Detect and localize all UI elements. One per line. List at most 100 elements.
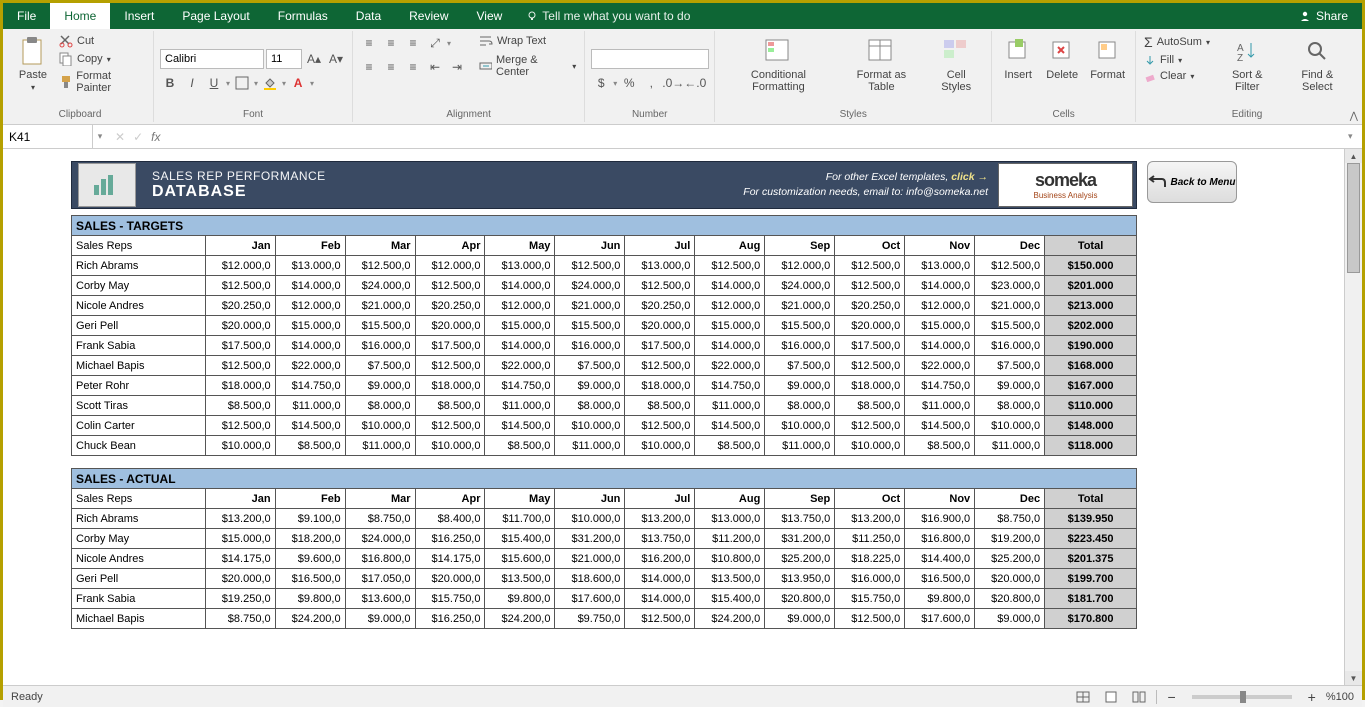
value-cell[interactable]: $14.175,0 (415, 549, 485, 569)
rep-name-cell[interactable]: Corby May (72, 529, 206, 549)
total-cell[interactable]: $202.000 (1045, 316, 1137, 336)
insert-cells-button[interactable]: Insert (998, 33, 1038, 83)
value-cell[interactable]: $12.000,0 (765, 256, 835, 276)
value-cell[interactable]: $13.600,0 (345, 589, 415, 609)
value-cell[interactable]: $8.750,0 (345, 509, 415, 529)
value-cell[interactable]: $16.000,0 (835, 569, 905, 589)
value-cell[interactable]: $15.000,0 (275, 316, 345, 336)
zoom-in-button[interactable]: + (1304, 689, 1320, 705)
value-cell[interactable]: $9.000,0 (345, 376, 415, 396)
value-cell[interactable]: $13.750,0 (625, 529, 695, 549)
value-cell[interactable]: $11.000,0 (485, 396, 555, 416)
value-cell[interactable]: $24.200,0 (695, 609, 765, 629)
page-break-view-button[interactable] (1128, 688, 1150, 706)
value-cell[interactable]: $24.200,0 (485, 609, 555, 629)
tab-data[interactable]: Data (342, 3, 395, 29)
value-cell[interactable]: $8.750,0 (205, 609, 275, 629)
value-cell[interactable]: $11.000,0 (275, 396, 345, 416)
font-color-button[interactable]: A (288, 73, 308, 93)
table-row[interactable]: Frank Sabia$19.250,0$9.800,0$13.600,0$15… (72, 589, 1137, 609)
value-cell[interactable]: $20.250,0 (415, 296, 485, 316)
value-cell[interactable]: $19.250,0 (205, 589, 275, 609)
value-cell[interactable]: $11.000,0 (345, 436, 415, 456)
value-cell[interactable]: $18.000,0 (415, 376, 485, 396)
value-cell[interactable]: $9.800,0 (485, 589, 555, 609)
value-cell[interactable]: $12.500,0 (205, 416, 275, 436)
value-cell[interactable]: $20.000,0 (415, 316, 485, 336)
rep-name-cell[interactable]: Rich Abrams (72, 256, 206, 276)
tab-review[interactable]: Review (395, 3, 462, 29)
value-cell[interactable]: $13.950,0 (765, 569, 835, 589)
value-cell[interactable]: $8.500,0 (205, 396, 275, 416)
value-cell[interactable]: $15.000,0 (485, 316, 555, 336)
value-cell[interactable]: $10.800,0 (695, 549, 765, 569)
value-cell[interactable]: $12.500,0 (975, 256, 1045, 276)
value-cell[interactable]: $12.500,0 (835, 416, 905, 436)
rep-name-cell[interactable]: Nicole Andres (72, 296, 206, 316)
value-cell[interactable]: $9.000,0 (975, 609, 1045, 629)
orientation-button[interactable]: ⤢ (425, 33, 445, 53)
value-cell[interactable]: $12.000,0 (905, 296, 975, 316)
value-cell[interactable]: $14.000,0 (275, 276, 345, 296)
zoom-level[interactable]: %100 (1326, 691, 1354, 703)
cut-button[interactable]: Cut (57, 33, 147, 49)
value-cell[interactable]: $21.000,0 (555, 549, 625, 569)
value-cell[interactable]: $8.000,0 (765, 396, 835, 416)
value-cell[interactable]: $22.000,0 (275, 356, 345, 376)
increase-font-button[interactable]: A▴ (304, 49, 324, 69)
value-cell[interactable]: $16.500,0 (905, 569, 975, 589)
value-cell[interactable]: $8.500,0 (275, 436, 345, 456)
value-cell[interactable]: $16.800,0 (905, 529, 975, 549)
table-row[interactable]: Nicole Andres$14.175,0$9.600,0$16.800,0$… (72, 549, 1137, 569)
value-cell[interactable]: $10.000,0 (625, 436, 695, 456)
value-cell[interactable]: $11.000,0 (975, 436, 1045, 456)
value-cell[interactable]: $17.500,0 (415, 336, 485, 356)
underline-button[interactable]: U (204, 73, 224, 93)
font-size-select[interactable]: 11 (266, 49, 302, 69)
value-cell[interactable]: $15.000,0 (695, 316, 765, 336)
value-cell[interactable]: $17.600,0 (905, 609, 975, 629)
total-cell[interactable]: $213.000 (1045, 296, 1137, 316)
value-cell[interactable]: $12.500,0 (415, 276, 485, 296)
value-cell[interactable]: $14.000,0 (695, 336, 765, 356)
value-cell[interactable]: $16.200,0 (625, 549, 695, 569)
value-cell[interactable]: $10.000,0 (345, 416, 415, 436)
value-cell[interactable]: $12.500,0 (835, 276, 905, 296)
scroll-up-button[interactable]: ▲ (1345, 149, 1362, 163)
table-row[interactable]: Nicole Andres $20.250,0 $12.000,0 $21.000,0… (72, 296, 1137, 316)
paste-button[interactable]: Paste▾ (13, 33, 53, 94)
value-cell[interactable]: $20.800,0 (765, 589, 835, 609)
value-cell[interactable]: $13.200,0 (625, 509, 695, 529)
collapse-ribbon-button[interactable]: ⋀ (1350, 111, 1358, 122)
formula-input[interactable] (168, 130, 1340, 144)
value-cell[interactable]: $12.500,0 (625, 416, 695, 436)
value-cell[interactable]: $14.750,0 (905, 376, 975, 396)
format-as-table-button[interactable]: Format as Table (840, 33, 924, 95)
actual-table[interactable]: SALES - ACTUAL Sales RepsJanFebMarAprMay… (71, 468, 1137, 629)
value-cell[interactable]: $12.500,0 (415, 356, 485, 376)
value-cell[interactable]: $17.500,0 (205, 336, 275, 356)
value-cell[interactable]: $14.500,0 (695, 416, 765, 436)
table-row[interactable]: Colin Carter$12.500,0$14.500,0$10.000,0$… (72, 416, 1137, 436)
total-cell[interactable]: $223.450 (1045, 529, 1137, 549)
value-cell[interactable]: $25.200,0 (765, 549, 835, 569)
format-cells-button[interactable]: Format (1086, 33, 1129, 83)
currency-button[interactable]: $ (591, 73, 611, 93)
rep-name-cell[interactable]: Chuck Bean (72, 436, 206, 456)
value-cell[interactable]: $15.500,0 (345, 316, 415, 336)
fill-color-button[interactable] (260, 73, 280, 93)
table-row[interactable]: Michael Bapis$8.750,0$24.200,0$9.000,0$1… (72, 609, 1137, 629)
total-cell[interactable]: $201.000 (1045, 276, 1137, 296)
value-cell[interactable]: $18.225,0 (835, 549, 905, 569)
value-cell[interactable]: $21.000,0 (765, 296, 835, 316)
value-cell[interactable]: $15.000,0 (905, 316, 975, 336)
normal-view-button[interactable] (1072, 688, 1094, 706)
find-select-button[interactable]: Find & Select (1283, 33, 1352, 95)
value-cell[interactable]: $15.750,0 (835, 589, 905, 609)
value-cell[interactable]: $14.175,0 (205, 549, 275, 569)
value-cell[interactable]: $10.000,0 (975, 416, 1045, 436)
value-cell[interactable]: $12.500,0 (835, 356, 905, 376)
total-cell[interactable]: $170.800 (1045, 609, 1137, 629)
value-cell[interactable]: $14.500,0 (485, 416, 555, 436)
value-cell[interactable]: $19.200,0 (975, 529, 1045, 549)
